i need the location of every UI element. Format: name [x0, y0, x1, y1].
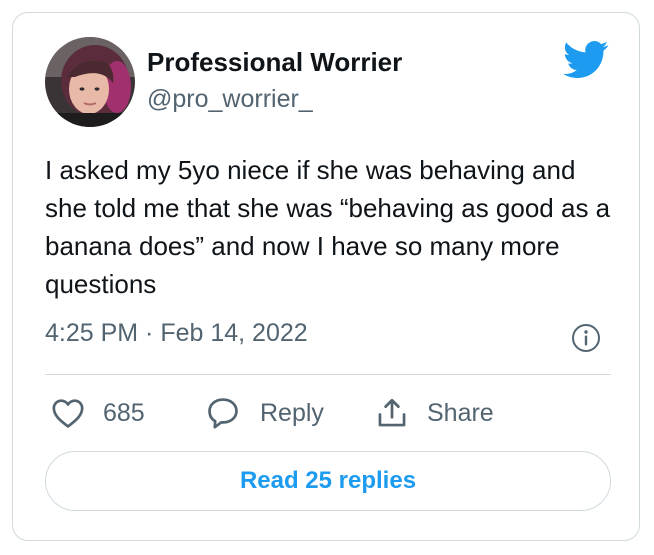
share-icon: [375, 396, 409, 430]
reply-button[interactable]: Reply: [206, 393, 324, 433]
author-name[interactable]: Professional Worrier: [147, 47, 402, 78]
tweet-card: Professional Worrier @pro_worrier_ I ask…: [12, 12, 640, 541]
heart-icon: [51, 397, 85, 429]
reply-bubble-icon: [206, 396, 240, 430]
like-button[interactable]: 685: [51, 393, 145, 433]
avatar[interactable]: [45, 37, 135, 127]
tweet-text: I asked my 5yo niece if she was behaving…: [45, 155, 611, 299]
read-replies-button[interactable]: Read 25 replies: [45, 451, 611, 511]
tweet-timestamp[interactable]: 4:25 PM · Feb 14, 2022: [45, 319, 308, 348]
twitter-bird-icon[interactable]: [563, 40, 609, 80]
share-button[interactable]: Share: [375, 393, 494, 433]
avatar-photo: [45, 37, 135, 127]
info-icon[interactable]: [571, 323, 601, 353]
like-count: 685: [103, 398, 145, 427]
author-handle[interactable]: @pro_worrier_: [147, 85, 313, 114]
reply-label: Reply: [260, 398, 324, 427]
divider: [45, 374, 611, 375]
share-label: Share: [427, 398, 494, 427]
